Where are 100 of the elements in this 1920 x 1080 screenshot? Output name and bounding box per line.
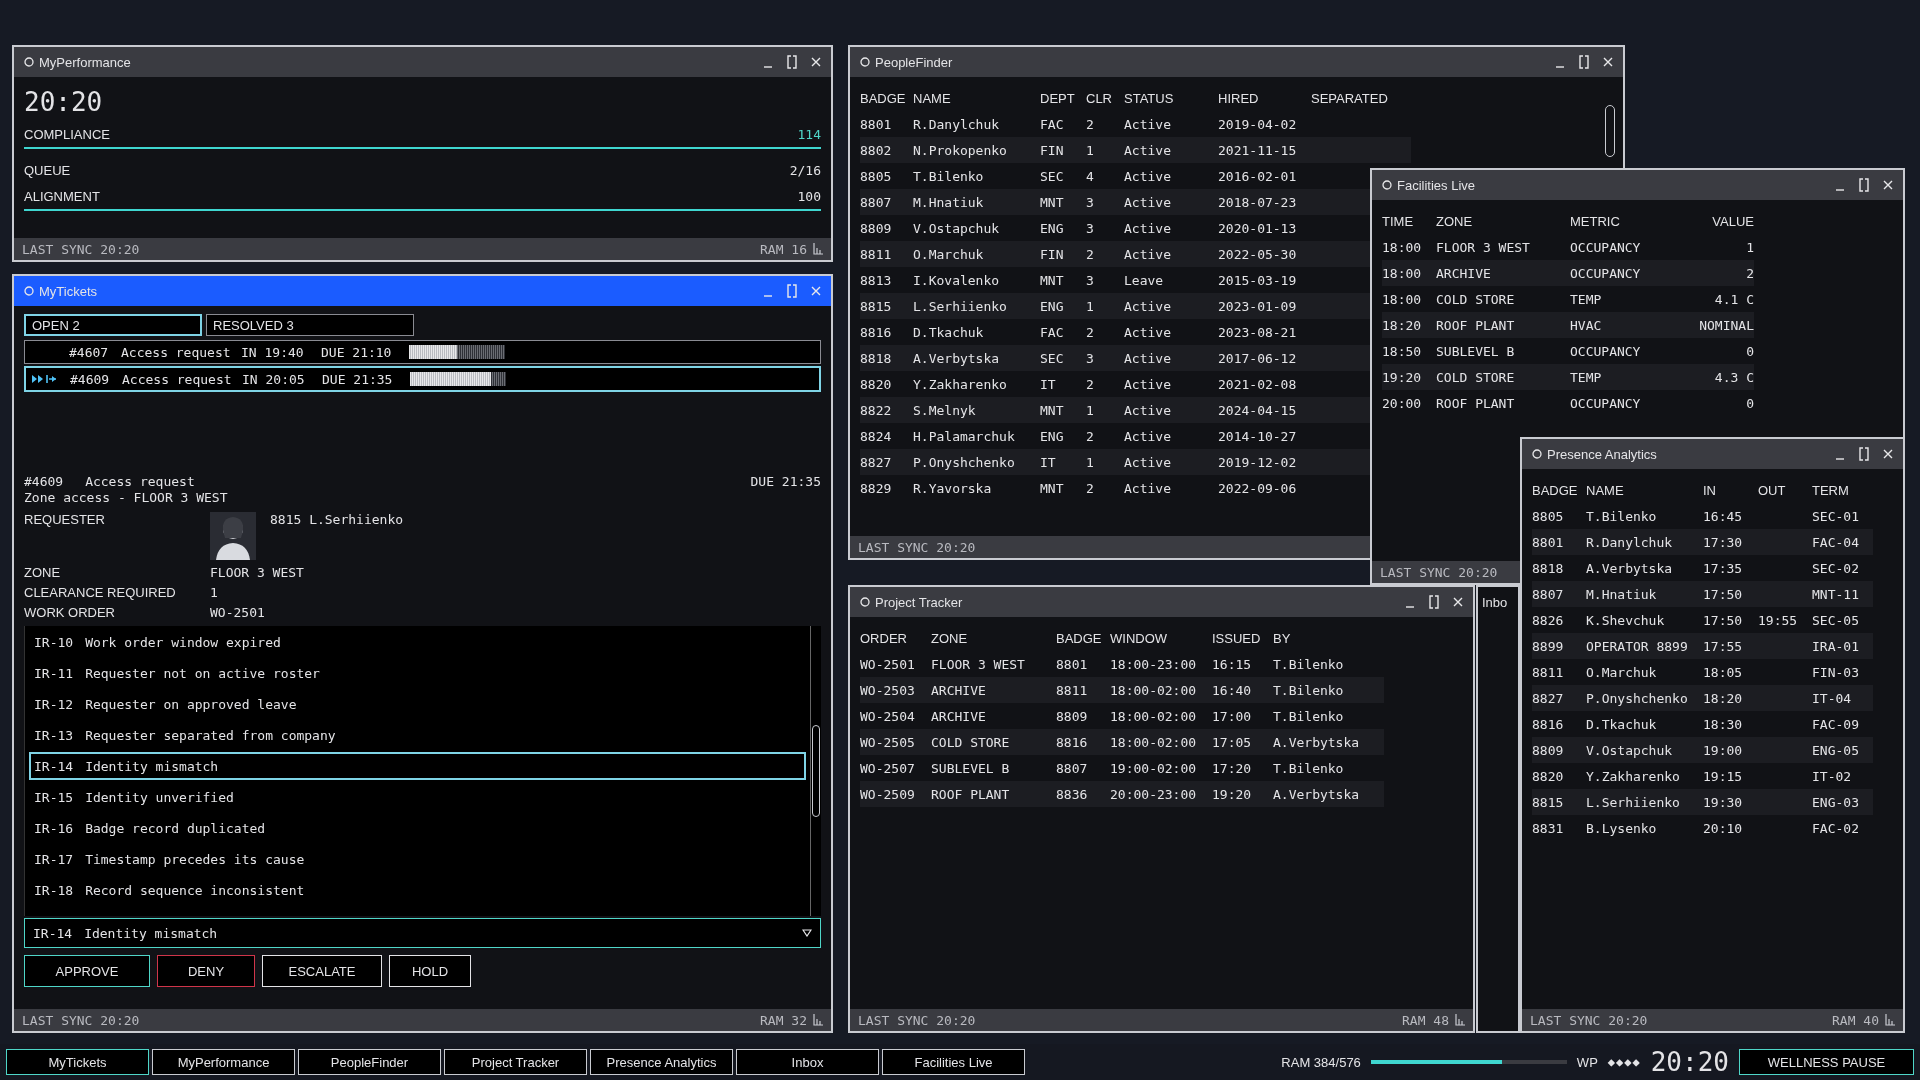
taskbar-button[interactable]: Inbox	[736, 1049, 879, 1075]
dropdown-option[interactable]: IR-12 Requester on approved leave	[29, 690, 806, 718]
ram-usage: RAM 48	[1402, 1012, 1449, 1028]
dropdown-option[interactable]: IR-15 Identity unverified	[29, 783, 806, 811]
title-bar[interactable]: MyTickets	[14, 276, 831, 306]
table-cell-text: L.Serhiienko	[1586, 794, 1681, 810]
table-cell-text: NOMINAL	[1698, 317, 1754, 333]
tab[interactable]: OPEN 2	[24, 314, 202, 336]
close-icon[interactable]	[811, 57, 821, 67]
dropdown-option[interactable]: IR-14 Identity mismatch	[29, 752, 806, 780]
table-cell-text: 3	[1086, 220, 1095, 236]
close-icon[interactable]	[1883, 180, 1893, 190]
table-cell-text: Active	[1124, 454, 1172, 470]
maximize-icon[interactable]	[1859, 447, 1869, 461]
close-icon[interactable]	[1453, 597, 1463, 607]
table-cell-text: 8805	[860, 168, 893, 184]
dropdown-option[interactable]: IR-18 Record sequence inconsistent	[29, 876, 806, 904]
table-cell-text: 8815	[1532, 794, 1565, 810]
close-icon[interactable]	[1883, 449, 1893, 459]
table-cell-text: A.Verbytska	[1273, 734, 1361, 750]
table-cell-text: FLOOR 3 WEST	[931, 656, 1026, 672]
reason-select[interactable]: IR-14 Identity mismatch	[24, 918, 821, 948]
action-button[interactable]: ESCALATE	[262, 955, 382, 987]
maximize-icon[interactable]	[787, 55, 797, 69]
sync-status: LAST SYNC 20:20	[22, 1012, 140, 1028]
table-cell-text: FAC-04	[1812, 534, 1860, 550]
column-header: ZONE	[931, 630, 969, 646]
dropdown-option[interactable]: IR-13 Requester separated from company	[29, 721, 806, 749]
table-cell-text: IT-04	[1812, 690, 1853, 706]
table-cell-text: 8826	[1532, 612, 1565, 628]
maximize-icon[interactable]	[1579, 55, 1589, 69]
column-header: BADGE	[1532, 482, 1579, 498]
maximize-icon[interactable]	[787, 284, 797, 298]
table-cell-text: ROOF PLANT	[1436, 395, 1516, 411]
window-icon	[24, 57, 34, 67]
action-button[interactable]: APPROVE	[24, 955, 150, 987]
table-cell-text: K.Shevchuk	[1586, 612, 1666, 628]
table-cell-text: IT	[1040, 454, 1057, 470]
table-cell-text: MNT	[1040, 194, 1065, 210]
table-cell-text: Leave	[1124, 272, 1165, 288]
table-cell-text: ENG-03	[1812, 794, 1860, 810]
table-cell-text: WO-2503	[860, 682, 916, 698]
table-cell-text: 17:50	[1703, 612, 1744, 628]
column-header: ORDER	[860, 630, 908, 646]
close-icon[interactable]	[811, 286, 821, 296]
bar-chart-icon	[813, 1014, 823, 1026]
table-cell-text: 18:50	[1382, 343, 1423, 359]
table-cell-text: P.Onyshchenko	[1586, 690, 1689, 706]
ticket-row[interactable]: #4607 Access request IN 19:40 DUE 21:10	[24, 340, 821, 364]
ram-usage: RAM 32	[760, 1012, 807, 1028]
window-icon	[24, 286, 34, 296]
title-bar[interactable]: MyPerformance	[14, 47, 831, 77]
table-cell-text: FAC-09	[1812, 716, 1860, 732]
taskbar-button[interactable]: Facilities Live	[882, 1049, 1025, 1075]
taskbar-button[interactable]: PeopleFinder	[298, 1049, 441, 1075]
table-cell-text: 2	[1086, 116, 1095, 132]
maximize-icon[interactable]	[1429, 595, 1439, 609]
table-cell-text: FLOOR 3 WEST	[1436, 239, 1531, 255]
table-cell-text: H.Palamarchuk	[913, 428, 1016, 444]
bar-chart-icon	[813, 243, 823, 255]
action-button[interactable]: DENY	[157, 955, 255, 987]
window-title: MyPerformance	[39, 54, 131, 70]
ticket-row[interactable]: #4609 Access request IN 20:05 DUE 21:35	[24, 366, 821, 392]
table-cell-text: 8818	[1532, 560, 1565, 576]
ticket-id: #4607	[69, 344, 110, 360]
metric-value: 2/16	[789, 162, 821, 178]
taskbar-button[interactable]: MyTickets	[6, 1049, 149, 1075]
title-bar[interactable]: Project Tracker	[850, 587, 1473, 617]
column-header: BY	[1273, 630, 1292, 646]
table-cell-text: 8827	[860, 454, 893, 470]
field-value: FLOOR 3 WEST	[210, 564, 304, 580]
taskbar-button[interactable]: MyPerformance	[152, 1049, 295, 1075]
taskbar-button[interactable]: Presence Analytics	[590, 1049, 733, 1075]
dropdown-option[interactable]: IR-16 Badge record duplicated	[29, 814, 806, 842]
dropdown-option[interactable]: IR-10 Work order window expired	[29, 628, 806, 656]
title-bar[interactable]: PeopleFinder	[850, 47, 1623, 77]
dropdown-option[interactable]: IR-11 Requester not on active roster	[29, 659, 806, 687]
table-cell-text: I.Kovalenko	[913, 272, 1001, 288]
field-value: 8815 L.Serhiienko	[270, 512, 404, 527]
close-icon[interactable]	[1603, 57, 1613, 67]
window-title: Facilities Live	[1397, 177, 1476, 193]
table-cell-text: 8809	[860, 220, 893, 236]
wellness-pause-button[interactable]: WELLNESS PAUSE	[1739, 1049, 1914, 1075]
table-cell-text: 8820	[860, 376, 893, 392]
title-bar[interactable]: Presence Analytics	[1522, 439, 1903, 469]
table-cell-text: Active	[1124, 194, 1172, 210]
table-cell-text: MNT	[1040, 480, 1065, 496]
action-button[interactable]: HOLD	[389, 955, 471, 987]
table-cell-text: Active	[1124, 116, 1172, 132]
title-bar[interactable]: Facilities Live	[1372, 170, 1903, 200]
tab[interactable]: RESOLVED 3	[206, 314, 414, 336]
table-cell-text: 2021-11-15	[1218, 142, 1298, 158]
table-cell-text: 2014-10-27	[1218, 428, 1298, 444]
column-header: TIME	[1382, 213, 1415, 229]
maximize-icon[interactable]	[1859, 178, 1869, 192]
taskbar-button[interactable]: Project Tracker	[444, 1049, 587, 1075]
table-cell-text: WO-2507	[860, 760, 916, 776]
dropdown-option[interactable]: IR-17 Timestamp precedes its cause	[29, 845, 806, 873]
window-title: Project Tracker	[875, 594, 963, 610]
table-cell-text: 8816	[1056, 734, 1089, 750]
